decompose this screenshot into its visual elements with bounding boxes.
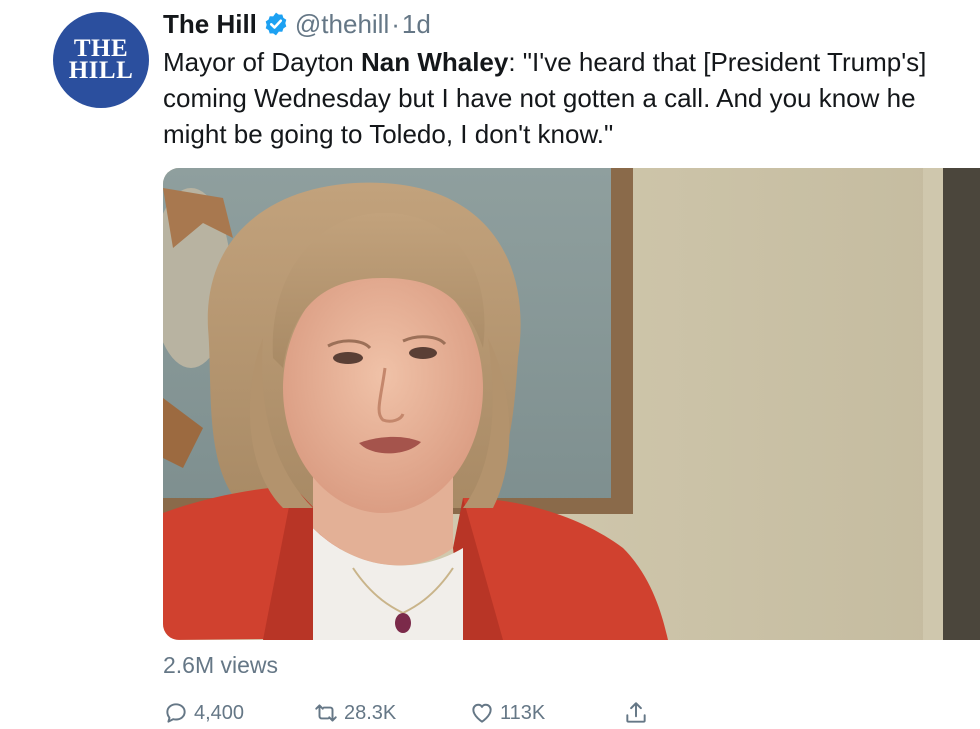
tweet-text-mention-name: Nan Whaley: [360, 47, 509, 77]
handle[interactable]: @thehill: [295, 9, 389, 40]
tweet-text: Mayor of Dayton Nan Whaley: "I've heard …: [163, 44, 963, 152]
reply-count: 4,400: [194, 701, 245, 724]
avatar[interactable]: THE HILL: [53, 12, 149, 108]
avatar-logo-line2: HILL: [68, 57, 134, 84]
like-button[interactable]: 113K: [469, 700, 545, 726]
heart-icon: [472, 703, 492, 723]
like-count: 113K: [500, 701, 546, 724]
verified-badge-icon: [263, 11, 289, 37]
timestamp[interactable]: 1d: [402, 9, 431, 40]
reply-icon: [166, 703, 186, 723]
view-count: 2.6M views: [163, 652, 279, 678]
video-player[interactable]: [163, 168, 980, 640]
tweet-header: The Hill @thehill · 1d: [163, 6, 431, 42]
separator-dot: ·: [391, 8, 400, 39]
tweet-text-part1: Mayor of Dayton: [163, 47, 361, 77]
share-icon: [626, 702, 646, 723]
tweet-actions: 4,400 28.3K 113K: [163, 700, 980, 729]
reply-button[interactable]: 4,400: [163, 700, 244, 726]
tweet[interactable]: THE HILL The Hill @thehill · 1d Mayor of…: [0, 0, 980, 729]
share-button[interactable]: [623, 700, 654, 726]
display-name[interactable]: The Hill: [163, 9, 257, 40]
retweet-count: 28.3K: [344, 701, 397, 724]
retweet-button[interactable]: 28.3K: [313, 700, 396, 726]
retweet-icon: [315, 704, 337, 722]
video-frame-image: [163, 168, 980, 640]
